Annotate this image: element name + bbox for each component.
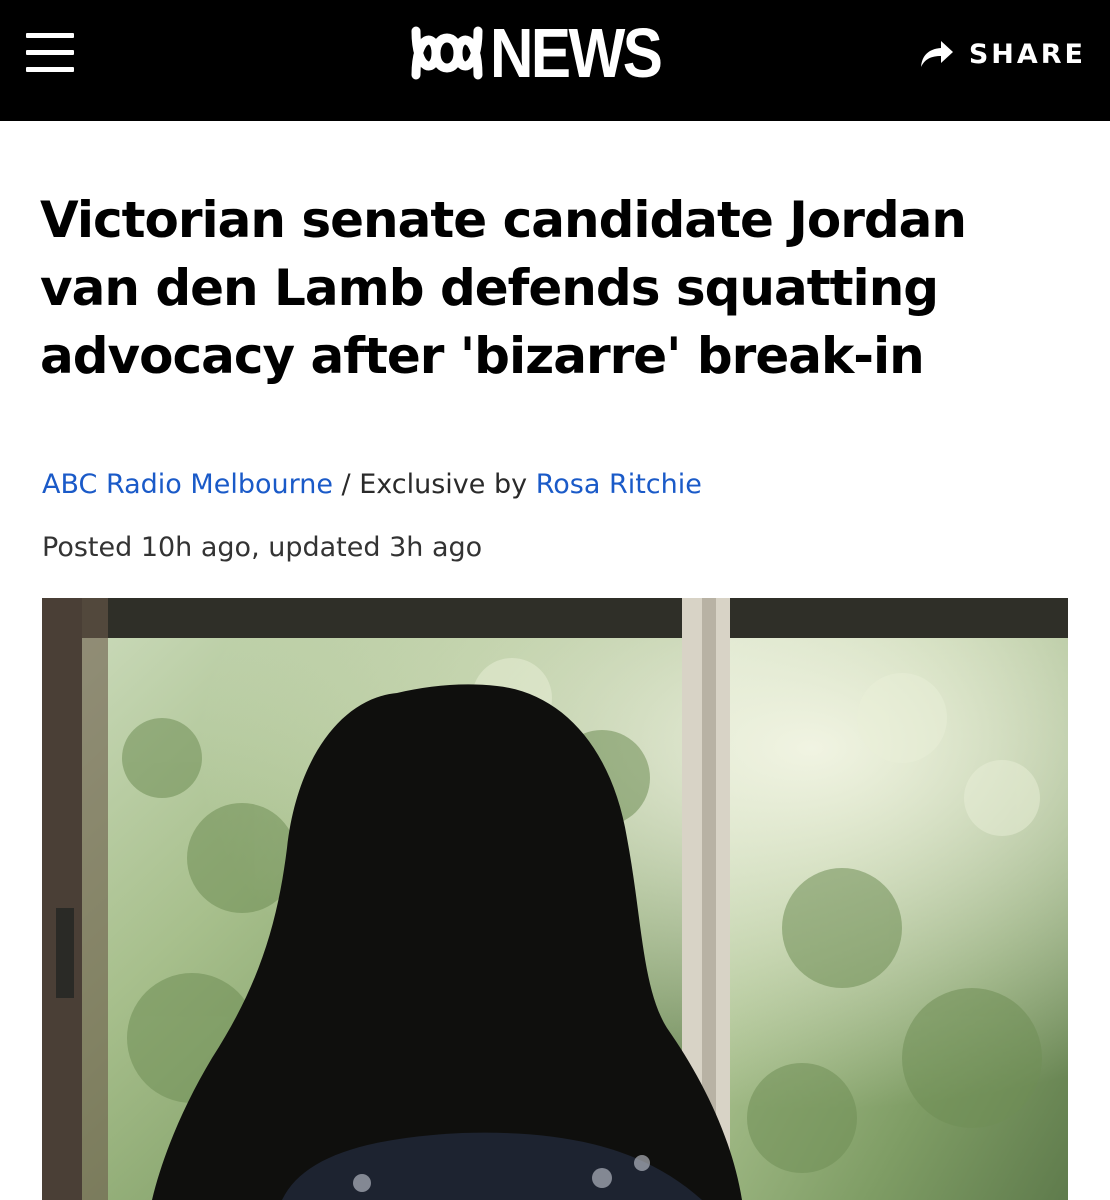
article-byline: ABC Radio Melbourne / Exclusive by Rosa … [42, 467, 702, 503]
share-button[interactable]: SHARE [919, 34, 1086, 74]
article-headline: Victorian senate candidate Jordan van de… [40, 191, 967, 385]
source-link[interactable]: ABC Radio Melbourne [42, 469, 333, 500]
byline-separator: / Exclusive by [341, 469, 528, 500]
hero-image [42, 598, 1068, 1200]
hero-photo-silhouette-at-window [42, 598, 1068, 1200]
author-link[interactable]: Rosa Ritchie [536, 469, 702, 500]
top-nav-bar: NEWS SHARE [0, 0, 1110, 121]
hamburger-menu-icon[interactable] [26, 33, 76, 73]
logo-wordmark: NEWS [490, 14, 663, 92]
abc-news-logo[interactable]: NEWS [408, 18, 688, 88]
article-dateline: Posted 10h ago, updated 3h ago [42, 532, 483, 563]
abc-lissajous-logo-icon [411, 26, 483, 80]
share-arrow-icon [920, 41, 953, 67]
share-label: SHARE [968, 38, 1086, 70]
